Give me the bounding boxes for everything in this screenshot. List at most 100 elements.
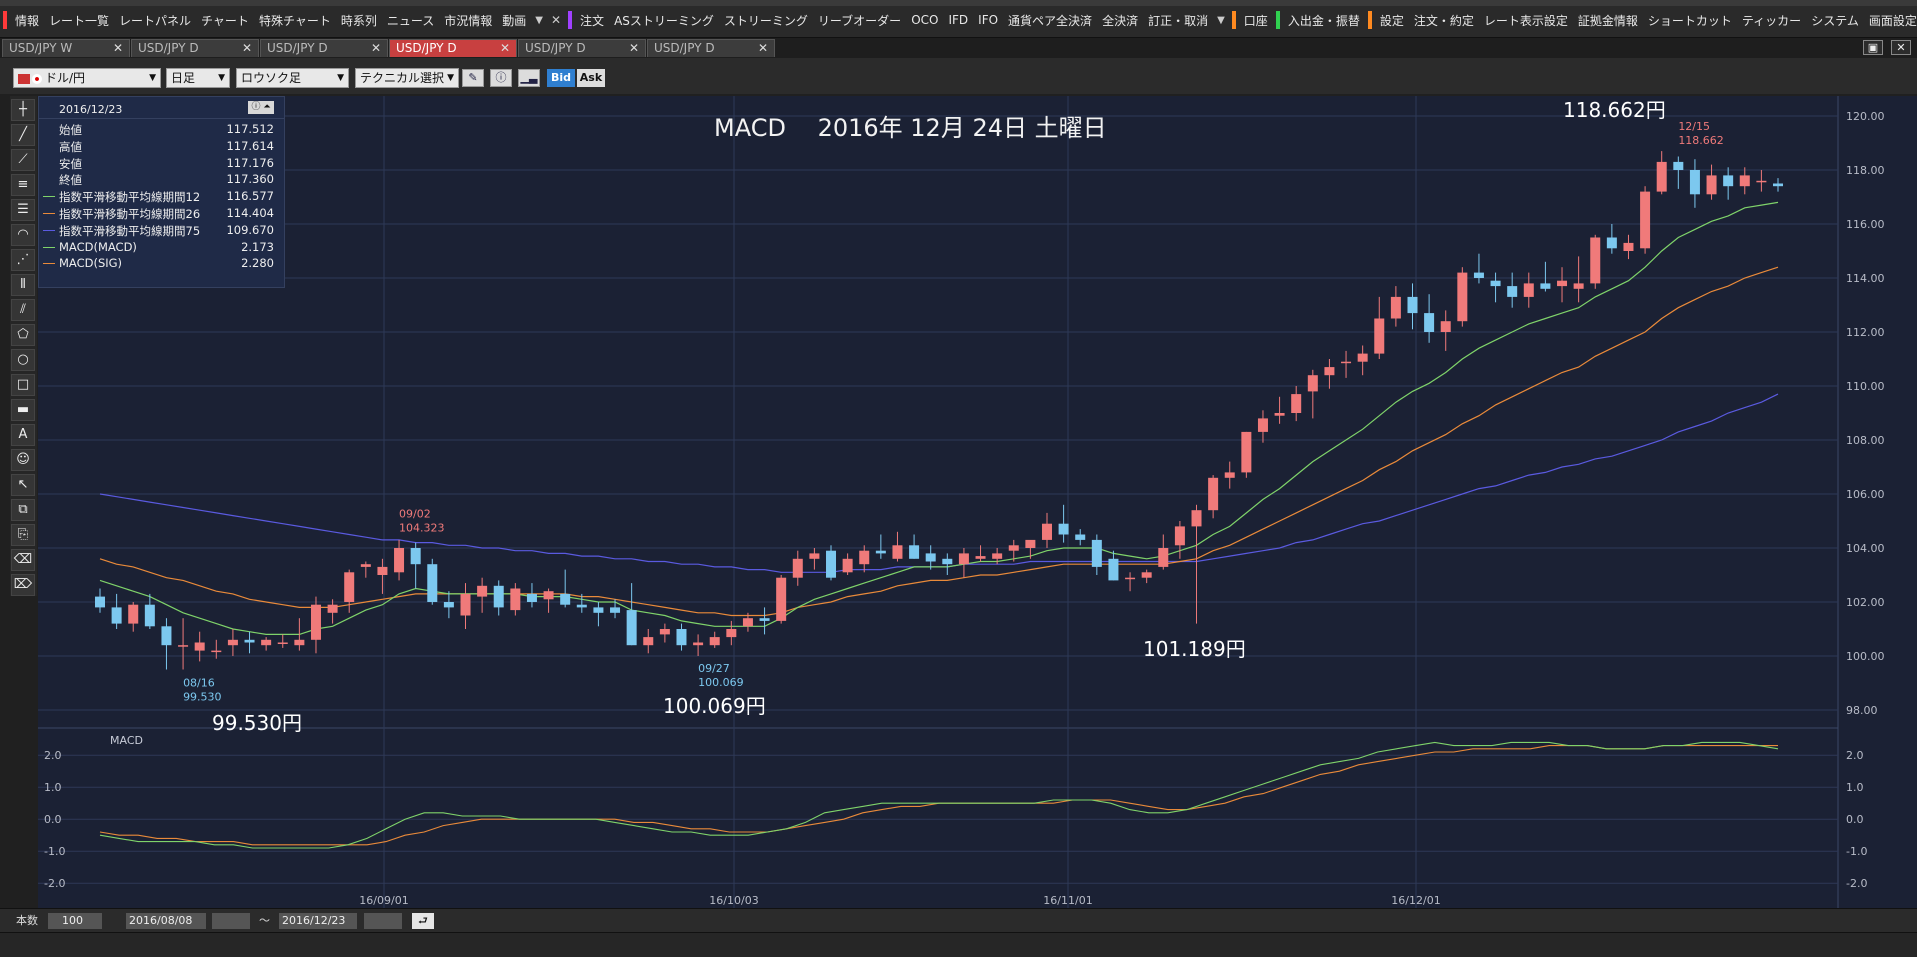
copy-icon[interactable]: ⧉ [11, 499, 35, 521]
menu-item[interactable]: 画面設定 [1864, 12, 1917, 29]
chart-tab[interactable]: USD/JPY D ✕ [260, 39, 388, 57]
menu-item[interactable]: ASストリーミング [609, 12, 719, 29]
menu-item[interactable]: ショートカット [1643, 12, 1737, 29]
close-icon[interactable]: ✕ [242, 40, 252, 57]
trendline-icon[interactable]: ╱ [11, 124, 35, 146]
arc-icon[interactable]: ◠ [11, 224, 35, 246]
bar-icon[interactable]: ▬ [11, 399, 35, 421]
menu-group-marker [1367, 11, 1372, 29]
menu-item[interactable]: 情報 [10, 12, 44, 29]
menu-item[interactable]: 訂正・取消 [1143, 12, 1213, 29]
fan-icon[interactable]: ⋰ [11, 249, 35, 271]
currency-pair-select[interactable]: ドル/円 ▼ [13, 68, 161, 88]
menu-item[interactable]: ストリーミング [719, 12, 813, 29]
chart-area[interactable]: 98.00 100.00 102.00 104.00 106.00 108.00 110.0… [38, 96, 1917, 908]
close-icon[interactable]: ✕ [629, 40, 639, 57]
menu-item[interactable]: チャート [196, 12, 254, 29]
menu-item[interactable]: 設定 [1375, 12, 1409, 29]
rectangle-icon[interactable]: □ [11, 374, 35, 396]
close-window-icon[interactable]: ✕ [1891, 40, 1911, 55]
from-time-input[interactable] [212, 913, 250, 929]
bid-button[interactable]: Bid [547, 69, 575, 87]
menu-item[interactable]: 特殊チャート [254, 12, 336, 29]
menu-item[interactable]: レート一覧 [44, 12, 114, 29]
candle-body [1008, 545, 1019, 551]
candle-body [1357, 353, 1368, 362]
paste-icon[interactable]: ⎘ [11, 524, 35, 546]
menu-item[interactable]: リーブオーダー [813, 12, 906, 29]
extreme-big-label: 101.189円 [1143, 637, 1246, 661]
close-icon[interactable]: ✕ [758, 40, 768, 57]
candle-body [460, 593, 471, 616]
chart-tab[interactable]: USD/JPY D ✕ [647, 39, 775, 57]
chart-tab[interactable]: USD/JPY D ✕ [389, 39, 517, 57]
menu-item[interactable]: 入出金・振替 [1283, 12, 1365, 29]
menu-item[interactable]: 証拠金情報 [1573, 12, 1643, 29]
from-date-input[interactable]: 2016/08/08 [126, 913, 206, 929]
refresh-icon[interactable]: ⮐ [412, 913, 434, 929]
cursor-icon[interactable]: ↖ [11, 474, 35, 496]
menu-item[interactable]: 時系列 [336, 12, 382, 29]
menu-item[interactable]: 通貨ペア全決済 [1003, 12, 1097, 29]
period-select[interactable]: 日足 ▼ [166, 68, 230, 88]
menu-item[interactable]: 注文 [575, 12, 609, 29]
maximize-icon[interactable]: ▣ [1863, 40, 1883, 55]
ruler-icon[interactable]: ⟋ [11, 149, 35, 171]
chart-style-select[interactable]: ロウソク足 ▼ [236, 68, 349, 88]
chevron-down-icon[interactable]: ▼ [531, 15, 547, 26]
extreme-big-label: 118.662円 [1563, 98, 1666, 122]
menu-item[interactable]: 市況情報 [439, 12, 497, 29]
chart-tab[interactable]: USD/JPY D ✕ [131, 39, 259, 57]
chart-tab[interactable]: USD/JPY W ✕ [2, 39, 130, 57]
menu-item[interactable]: ニュース [382, 12, 439, 29]
to-date-input[interactable]: 2016/12/23 [279, 913, 357, 929]
menu-item[interactable]: IFO [973, 13, 1003, 27]
close-icon[interactable]: ✕ [547, 13, 565, 27]
technical-select[interactable]: テクニカル選択 ▼ [355, 68, 459, 88]
text-icon[interactable]: A [11, 424, 35, 446]
close-icon[interactable]: ✕ [371, 40, 381, 57]
candle-body [975, 556, 986, 559]
menu-item[interactable]: ティッカー [1737, 12, 1806, 29]
candle-body [543, 591, 554, 600]
eraser-all-icon[interactable]: ⌦ [11, 574, 35, 596]
menu-item[interactable]: 全決済 [1097, 12, 1143, 29]
chart-tab[interactable]: USD/JPY D ✕ [518, 39, 646, 57]
info-icon[interactable]: ⓘ [490, 69, 512, 87]
menu-item[interactable]: レート表示設定 [1479, 12, 1573, 29]
to-time-input[interactable] [364, 913, 402, 929]
candle-body [1041, 523, 1052, 540]
count-stepper[interactable]: 100 ▼▲ [48, 913, 102, 943]
eraser-icon[interactable]: ⌫ [11, 549, 35, 571]
menu-item[interactable]: OCO [906, 13, 943, 27]
menu-item[interactable]: 注文・約定 [1409, 12, 1479, 29]
chart-type-icon[interactable]: ▁▃ [518, 69, 540, 87]
circle-icon[interactable]: ○ [11, 349, 35, 371]
crosshair-icon[interactable]: ┼ [11, 99, 35, 121]
chart-canvas[interactable]: 98.00 100.00 102.00 104.00 106.00 108.00 110.0… [38, 96, 1917, 908]
menu-item[interactable]: システム [1806, 12, 1864, 29]
menu-item[interactable]: レートパネル [114, 12, 196, 29]
pentagon-icon[interactable]: ⬠ [11, 324, 35, 346]
horizontal-lines-icon[interactable]: ≡ [11, 174, 35, 196]
info-value: 116.577 [226, 189, 274, 204]
price-tick-label: 120.00 [1846, 110, 1885, 123]
price-tick-label: 104.00 [1846, 542, 1885, 555]
candle-body [128, 604, 139, 624]
fibonacci-icon[interactable]: ☰ [11, 199, 35, 221]
menu-item[interactable]: 動画 [497, 12, 531, 29]
macd-pane-label: MACD [110, 734, 143, 747]
close-icon[interactable]: ✕ [113, 40, 123, 57]
close-icon[interactable]: ✕ [500, 40, 510, 57]
info-toggle-button[interactable]: ⓘ ⏶ [248, 101, 274, 114]
info-label: MACD(SIG) [59, 256, 123, 271]
ask-button[interactable]: Ask [577, 69, 605, 87]
menu-item[interactable]: IFD [943, 13, 973, 27]
smiley-icon[interactable]: ☺ [11, 449, 35, 471]
pitchfork-icon[interactable]: ⫽ [11, 299, 35, 321]
menu-item[interactable]: 口座 [1239, 12, 1273, 29]
pencil-icon[interactable]: ✎ [462, 69, 484, 87]
chevron-down-icon[interactable]: ▼ [1213, 15, 1229, 26]
info-rows: 始値 117.512 高値 117.614 安値 117.176 終値 117.360 指数平滑… [39, 119, 284, 272]
vertical-lines-icon[interactable]: ⦀ [11, 274, 35, 296]
